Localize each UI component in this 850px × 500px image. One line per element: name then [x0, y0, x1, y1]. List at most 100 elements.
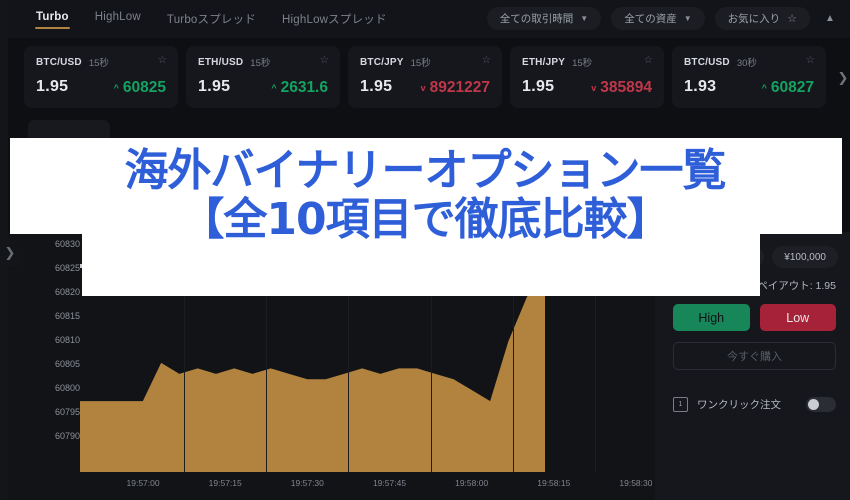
asset-price-value: 60827	[770, 79, 814, 96]
rail-expand-chevron-right-icon[interactable]: ❯	[0, 240, 20, 266]
asset-symbol: BTC/JPY	[360, 56, 404, 68]
y-axis-tick: 60815	[54, 310, 80, 321]
y-axis-tick: 60830	[54, 238, 80, 249]
asset-symbol: BTC/USD	[36, 56, 82, 68]
asset-price-value: 2631.6	[280, 79, 328, 96]
amount-chip-partial[interactable]: 0	[742, 246, 765, 268]
asset-duration: 15秒	[250, 58, 271, 69]
asset-price-value: 8921227	[429, 79, 490, 96]
asset-price: ^ 60825	[114, 79, 166, 97]
grid-line	[266, 232, 268, 472]
asset-card[interactable]: BTC/USD 15秒 ☆ 1.95 ^ 60825	[24, 46, 178, 108]
asset-symbol: ETH/USD	[198, 56, 244, 68]
x-axis-tick: 19:57:30	[290, 478, 324, 488]
tab-1[interactable]: HighLow	[91, 9, 145, 31]
price-chart: 60830 60825 60820 60815 60810 60805 60800 60795…	[8, 232, 655, 500]
asset-payout: 1.95	[360, 78, 393, 95]
asset-card[interactable]: BTC/USD 30秒 ☆ 1.93 ^ 60827	[672, 46, 826, 108]
one-click-order-toggle[interactable]	[806, 397, 836, 412]
trade-type-tabs: Turbo HighLow Turboスプレッド HighLowスプレッド	[32, 9, 391, 35]
asset-duration: 15秒	[88, 58, 109, 69]
filter-chip-0[interactable]: 全ての取引時間 ▼	[486, 7, 602, 30]
trading-app: ❯ Turbo HighLow Turboスプレッド HighLowスプレッド 全ての…	[0, 0, 850, 500]
arrow-down-icon: v	[420, 83, 426, 93]
asset-card[interactable]: ETH/JPY 15秒 ☆ 1.95 v 385894	[510, 46, 664, 108]
asset-price: v 385894	[591, 79, 652, 97]
filter-chip-label-0: 全ての取引時間	[499, 13, 574, 25]
asset-card[interactable]: ETH/USD 15秒 ☆ 1.95 ^ 2631.6	[186, 46, 340, 108]
filter-chip-1[interactable]: 全ての資産 ▼	[611, 7, 705, 30]
arrow-up-icon: ^	[271, 83, 277, 93]
arrow-up-icon: ^	[113, 83, 119, 93]
asset-card-body: 1.95 v 385894	[522, 78, 652, 97]
chevron-up-icon[interactable]: ▲	[820, 7, 840, 30]
chevron-down-icon: ▼	[683, 14, 692, 23]
filter-chip-2[interactable]: お気に入り ☆	[714, 7, 810, 30]
low-button[interactable]: Low	[759, 304, 836, 331]
asset-payout: 1.95	[198, 78, 231, 95]
x-axis-tick: 19:58:00	[455, 478, 489, 488]
grid-line	[348, 232, 350, 472]
tab-2[interactable]: Turboスプレッド	[163, 9, 260, 35]
cards-next-chevron-right-icon[interactable]: ❯	[836, 68, 850, 88]
one-click-order-row[interactable]: 1 ワンクリック注文	[673, 397, 836, 412]
one-click-order-label: ワンクリック注文	[697, 399, 781, 411]
asset-price-value: 60825	[122, 79, 166, 96]
filter-chip-label-2: お気に入り	[727, 13, 781, 25]
asset-symbol: ETH/JPY	[522, 56, 566, 68]
grid-line	[430, 232, 432, 472]
trade-panel: 0 ¥100,000 ペイアウト: 1.95 High Low 今すぐ購入 1 …	[655, 232, 850, 500]
asset-card-body: 1.95 ^ 60825	[36, 78, 166, 97]
star-icon[interactable]: ☆	[158, 54, 167, 66]
y-axis-tick: 60800	[54, 383, 80, 394]
buy-now-button[interactable]: 今すぐ購入	[673, 342, 836, 370]
banner-band-top	[10, 138, 842, 234]
banner-text: 海外バイナリーオプション一覧 【全10項目で徹底比較】	[0, 145, 850, 243]
tab-0[interactable]: Turbo	[32, 9, 73, 31]
one-click-icon: 1	[673, 397, 688, 412]
grid-line	[594, 232, 596, 472]
star-icon[interactable]: ☆	[320, 54, 329, 66]
grid-line	[184, 232, 186, 472]
arrow-up-icon: ^	[761, 83, 767, 93]
asset-card-header: BTC/JPY 15秒	[360, 55, 490, 70]
y-axis-tick: 60810	[54, 335, 80, 345]
asset-payout: 1.93	[684, 78, 717, 95]
grid-line	[512, 232, 514, 472]
y-axis-tick: 60825	[54, 262, 80, 273]
arrow-down-icon: v	[591, 83, 597, 93]
tab-3[interactable]: HighLowスプレッド	[278, 9, 391, 35]
asset-price-value: 385894	[600, 79, 652, 96]
asset-card-list: BTC/USD 15秒 ☆ 1.95 ^ 60825 ETH/USD 15秒 ☆ 1.95 ^ 263…	[24, 46, 826, 108]
asset-card-header: BTC/USD 30秒	[684, 55, 814, 70]
x-axis-tick: 19:57:15	[208, 478, 242, 488]
toggle-knob	[808, 399, 819, 410]
star-icon[interactable]: ☆	[806, 54, 815, 66]
y-axis-tick: 60795	[54, 407, 80, 418]
chart-x-axis: 19:57:00 19:57:15 19:57:30 19:57:45 19:58:00…	[80, 472, 655, 500]
asset-card-header: BTC/USD 15秒	[36, 55, 166, 70]
asset-card[interactable]: BTC/JPY 15秒 ☆ 1.95 v 8921227	[348, 46, 502, 108]
amount-chip[interactable]: ¥100,000	[772, 246, 838, 268]
top-bar: Turbo HighLow Turboスプレッド HighLowスプレッド 全ての取引…	[8, 0, 850, 38]
star-icon[interactable]: ☆	[644, 54, 653, 66]
filter-chips: 全ての取引時間 ▼ 全ての資産 ▼ お気に入り ☆ ▲	[486, 7, 840, 30]
asset-card-body: 1.95 ^ 2631.6	[198, 78, 328, 97]
high-button[interactable]: High	[673, 304, 750, 331]
current-price-line	[80, 265, 142, 267]
star-icon[interactable]: ☆	[482, 54, 491, 66]
y-axis-tick: 60820	[54, 286, 80, 297]
chart-plot-area	[80, 232, 655, 472]
direction-buttons: High Low	[673, 304, 836, 331]
asset-payout: 1.95	[36, 78, 69, 95]
star-icon: ☆	[787, 13, 797, 25]
asset-symbol: BTC/USD	[684, 56, 730, 68]
x-axis-tick: 19:58:15	[537, 478, 571, 488]
asset-price: v 8921227	[421, 79, 490, 97]
banner-line-1: 海外バイナリーオプション一覧	[124, 145, 726, 196]
x-axis-tick: 19:57:00	[126, 478, 160, 488]
asset-duration: 30秒	[736, 58, 757, 69]
asset-price: ^ 2631.6	[271, 79, 328, 97]
asset-duration: 15秒	[410, 58, 431, 69]
payout-label: ペイアウト: 1.95	[757, 280, 836, 292]
